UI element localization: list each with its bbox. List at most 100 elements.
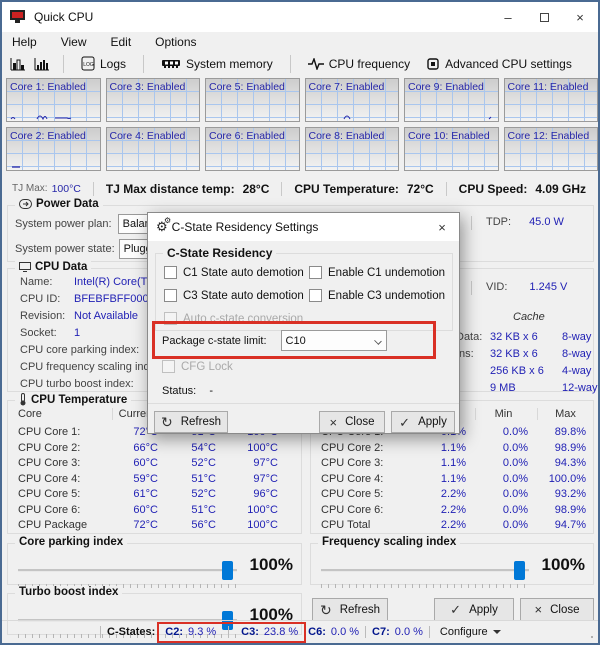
- cpu-socket-value: 1: [74, 327, 80, 339]
- dialog-apply-label: Apply: [418, 416, 447, 428]
- core-tile-5[interactable]: Core 5: Enabled: [205, 78, 300, 122]
- histogram-icon[interactable]: [10, 57, 26, 71]
- cpu-socket-label: Socket:: [20, 327, 68, 339]
- configure-menu[interactable]: Configure: [440, 626, 501, 638]
- checkbox-c3-auto-demotion[interactable]: C3 State auto demotion: [164, 289, 304, 302]
- caret-down-icon: [493, 630, 501, 634]
- dialog-refresh-label: Refresh: [181, 416, 221, 428]
- checkbox-cfg-lock: CFG Lock: [162, 360, 233, 373]
- cache-row-ways: 12-way: [562, 382, 597, 394]
- checkbox-label: Enable C1 undemotion: [328, 267, 445, 279]
- tj-distance-value: 28°C: [243, 182, 270, 196]
- toolbar-separator: [63, 55, 64, 73]
- core-tile-3[interactable]: Core 3: Enabled: [106, 78, 201, 122]
- cache-row-size: 32 KB x 6: [490, 348, 562, 360]
- slider-track: [18, 569, 237, 572]
- util-row: CPU Core 4:1.1%0.0%100.0%: [321, 472, 593, 488]
- core-tile-6[interactable]: Core 6: Enabled: [205, 127, 300, 171]
- cache-row-size: 9 MB: [490, 382, 562, 394]
- logs-button[interactable]: LOG Logs: [77, 54, 130, 73]
- c3-value: 23.8 %: [264, 626, 298, 638]
- core-tile-7[interactable]: Core 7: Enabled: [305, 78, 400, 122]
- checkbox-icon: [162, 360, 175, 373]
- cpu-speed-value: 4.09 GHz: [535, 182, 586, 196]
- core-tile-9[interactable]: Core 9: Enabled: [404, 78, 499, 122]
- util-row: CPU Core 5:2.2%0.0%93.2%: [321, 487, 593, 503]
- c2-label: C2:: [165, 626, 183, 638]
- c7-value: 0.0 %: [395, 626, 423, 638]
- tj-max-value: 100°C: [52, 183, 81, 195]
- checkbox-icon: [309, 289, 322, 302]
- core-tile-1[interactable]: Core 1: Enabled: [6, 78, 101, 122]
- cache-row-label: [456, 382, 490, 394]
- main-close-button[interactable]: × Close: [520, 598, 594, 621]
- checkbox-enable-c1-undemotion[interactable]: Enable C1 undemotion: [309, 266, 445, 279]
- package-limit-select[interactable]: C10: [281, 330, 387, 351]
- core-tile-8[interactable]: Core 8: Enabled: [305, 127, 400, 171]
- util-row: CPU Core 2:1.1%0.0%98.9%: [321, 441, 593, 457]
- slider-thumb[interactable]: [514, 561, 525, 580]
- cache-row-label: [456, 365, 490, 377]
- core-tile-11[interactable]: Core 11: Enabled: [504, 78, 599, 122]
- dialog-status-label: Status:: [162, 385, 196, 397]
- main-refresh-button[interactable]: ↻ Refresh: [312, 598, 388, 621]
- menu-options[interactable]: Options: [155, 35, 196, 49]
- dialog-close-label: Close: [345, 416, 374, 428]
- activity-trace: [306, 112, 398, 120]
- maximize-button[interactable]: [526, 2, 562, 32]
- core-tile-4[interactable]: Core 4: Enabled: [106, 127, 201, 171]
- toolbar-separator: [143, 55, 144, 73]
- x-icon: ×: [535, 603, 543, 616]
- checkbox-enable-c3-undemotion[interactable]: Enable C3 undemotion: [309, 289, 445, 302]
- maximize-icon: [540, 13, 549, 22]
- minimize-button[interactable]: –: [490, 2, 526, 32]
- core-parking-index-group: Core parking index 100%: [7, 543, 302, 585]
- temp-row: CPU Core 6:60°C51°C100°C: [18, 503, 301, 519]
- dialog-refresh-button[interactable]: ↻ Refresh: [154, 411, 228, 433]
- main-apply-button[interactable]: ✓ Apply: [434, 598, 514, 621]
- dialog-close-button[interactable]: ×: [425, 213, 459, 241]
- resize-grip[interactable]: [587, 632, 595, 640]
- cpu-id-label: CPU ID:: [20, 293, 68, 305]
- menu-edit[interactable]: Edit: [110, 35, 131, 49]
- activity-trace: [7, 161, 99, 169]
- core-parking-slider[interactable]: [18, 560, 237, 586]
- dialog-apply-button[interactable]: ✓ Apply: [391, 411, 455, 433]
- toolbar: LOG Logs System memory CPU frequency Adv…: [2, 51, 598, 76]
- advanced-cpu-settings-button[interactable]: Advanced CPU settings: [422, 55, 576, 73]
- core-tile-10[interactable]: Core 10: Enabled: [404, 127, 499, 171]
- power-data-title: Power Data: [15, 198, 103, 210]
- cache-row-label: Ins:: [456, 348, 490, 360]
- chevron-down-icon: [374, 337, 382, 345]
- c6-value: 0.0 %: [331, 626, 359, 638]
- x-icon: ×: [330, 416, 338, 429]
- close-button[interactable]: ×: [562, 2, 598, 32]
- system-memory-button[interactable]: System memory: [157, 55, 277, 73]
- util-row: CPU Core 6:2.2%0.0%98.9%: [321, 503, 593, 519]
- turbo-boost-index-title: Turbo boost index: [15, 586, 122, 598]
- core-tile-12[interactable]: Core 12: Enabled: [504, 127, 599, 171]
- advanced-cpu-settings-label: Advanced CPU settings: [445, 57, 572, 71]
- monitor-icon: [19, 262, 31, 272]
- cache-row-size: 256 KB x 6: [490, 365, 562, 377]
- cpu-frequency-button[interactable]: CPU frequency: [304, 55, 414, 73]
- package-limit-value: C10: [286, 335, 306, 347]
- cpu-frequency-label: CPU frequency: [329, 57, 410, 71]
- dialog-close-action-button[interactable]: × Close: [319, 411, 385, 433]
- check-icon: ✓: [450, 603, 461, 616]
- menu-help[interactable]: Help: [12, 35, 37, 49]
- main-refresh-label: Refresh: [340, 604, 380, 616]
- bar-chart-icon[interactable]: [34, 57, 50, 71]
- cache-row-ways: 8-way: [562, 348, 591, 360]
- menu-view[interactable]: View: [61, 35, 87, 49]
- core-monitor-grid: Core 1: Enabled Core 3: Enabled Core 5: …: [6, 78, 598, 171]
- main-close-label: Close: [550, 604, 579, 616]
- check-icon: ✓: [399, 416, 410, 429]
- core-tile-2[interactable]: Core 2: Enabled: [6, 127, 101, 171]
- slider-track: [321, 569, 529, 572]
- activity-trace: [405, 112, 497, 120]
- checkbox-c1-auto-demotion[interactable]: C1 State auto demotion: [164, 266, 304, 279]
- slider-thumb[interactable]: [222, 561, 233, 580]
- thermometer-icon: [19, 393, 27, 406]
- frequency-scaling-slider[interactable]: [321, 560, 529, 586]
